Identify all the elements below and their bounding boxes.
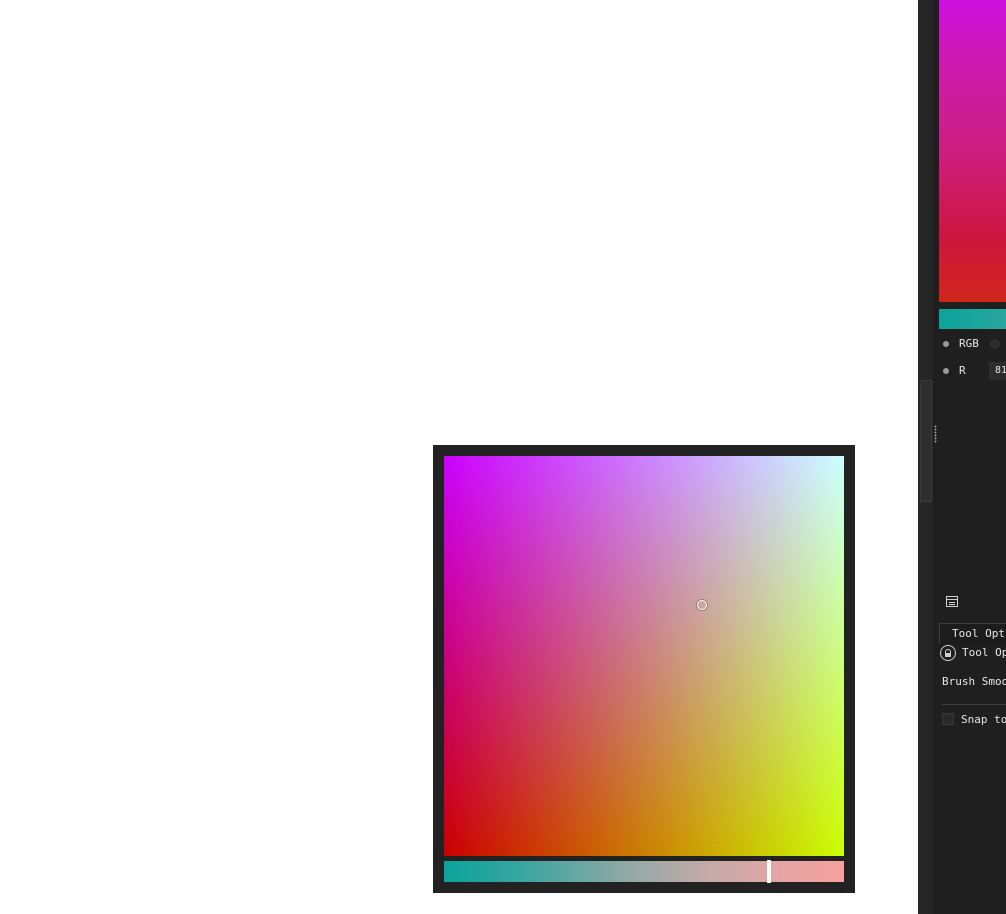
brush-smoothing-label: Brush Smoot (942, 675, 1006, 688)
color-selector-popup (433, 445, 855, 893)
tab-tool-options[interactable]: Tool Opti (939, 623, 1006, 644)
docker-list-icon[interactable] (946, 596, 958, 607)
rgb-radio-button[interactable] (943, 341, 949, 347)
red-channel-radio[interactable] (943, 368, 949, 374)
snap-label: Snap to (961, 713, 1006, 726)
red-channel-label: R (959, 364, 966, 377)
snap-checkbox[interactable] (942, 713, 954, 725)
lock-icon[interactable] (940, 645, 956, 661)
rgb-label: RGB (959, 337, 979, 350)
divider (942, 704, 1006, 705)
tab-label: Tool Opti (952, 627, 1006, 640)
color-picker-cursor[interactable] (697, 600, 707, 610)
hue-slider[interactable] (444, 860, 844, 883)
panel-resize-handle[interactable] (920, 380, 932, 502)
hue-slider-thumb[interactable] (767, 860, 771, 883)
color-square[interactable] (444, 456, 844, 856)
red-channel-input[interactable]: 81 (989, 362, 1006, 380)
tool-options-title: Tool Opt (962, 646, 1006, 659)
grip-icon (934, 425, 937, 443)
panel-hue-slider[interactable] (939, 309, 1006, 329)
hsv-radio-button[interactable] (990, 339, 1000, 349)
panel-color-square[interactable] (939, 0, 1006, 302)
